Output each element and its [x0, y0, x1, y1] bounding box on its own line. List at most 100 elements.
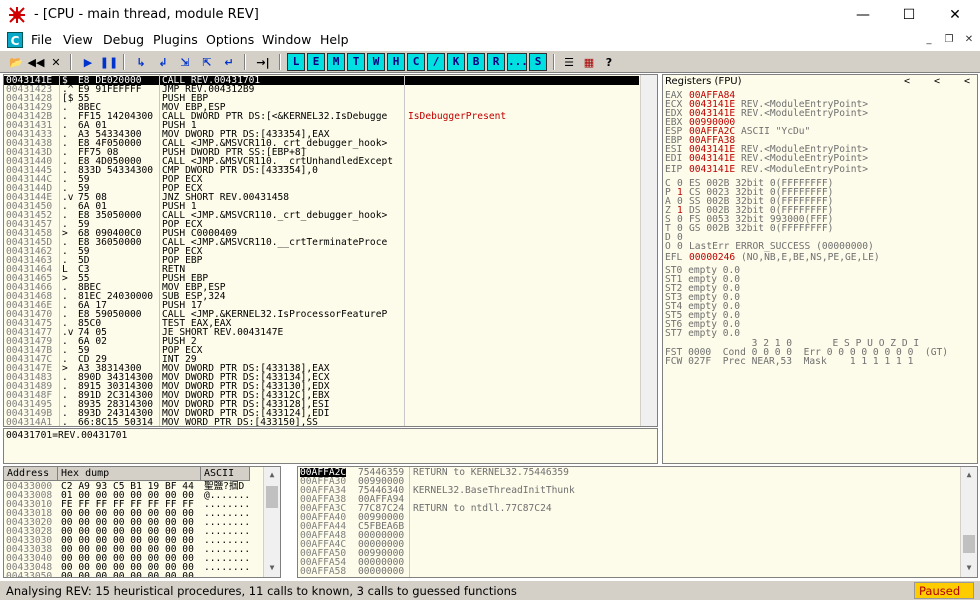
stack-value: 00000000	[358, 566, 405, 577]
register-name: EIP	[665, 164, 683, 175]
appearance-icon[interactable]: ▦	[580, 53, 598, 71]
step-into-icon[interactable]: ↳	[132, 53, 150, 71]
run-icon[interactable]: ▶	[79, 53, 97, 71]
menu-debug[interactable]: Debug	[103, 32, 144, 47]
disassembly-scrollbar[interactable]	[640, 75, 657, 426]
registers-nav-left-icon[interactable]: <	[904, 77, 910, 87]
flag-value: 0	[677, 241, 683, 252]
register-value: 0043141E	[689, 153, 736, 164]
open-file-icon[interactable]: 📂	[7, 53, 25, 71]
toolbar-separator	[70, 54, 72, 70]
segment-register: LastErr ERROR_SUCCESS (00000000)	[689, 241, 874, 252]
hex-dump-pane[interactable]: Address Hex dump ASCII 00433000 C2 A9 93 …	[3, 466, 281, 578]
debugging-options-icon[interactable]: ☰	[560, 53, 578, 71]
disasm-row[interactable]: 00431479. 6A 02 PUSH 2	[4, 337, 639, 347]
step-over-icon[interactable]: ↲	[154, 53, 172, 71]
status-bar: Analysing REV: 15 heuristical procedures…	[0, 580, 980, 600]
disasm-row[interactable]: 00431463. 5D POP EBP	[4, 256, 639, 266]
window-title: - [CPU - main thread, module REV]	[34, 7, 259, 22]
memory-map-button[interactable]: M	[327, 53, 345, 71]
disasm-row[interactable]: 004314A1. 66:8C15 50314 MOV WORD PTR DS:[4…	[4, 417, 639, 427]
patches-button[interactable]: /	[427, 53, 445, 71]
help-icon[interactable]: ?	[600, 53, 618, 71]
minimize-button[interactable]: —	[840, 0, 886, 30]
execute-till-return-icon[interactable]: ↵	[220, 53, 238, 71]
stack-comment: KERNEL32.BaseThreadInitThunk	[413, 485, 575, 496]
disasm-comment: IsDebuggerPresent	[408, 111, 507, 122]
disasm-row[interactable]: 00431462. 59 POP ECX	[4, 247, 639, 257]
column-divider	[159, 75, 160, 426]
stack-pane[interactable]: 00AFFA2C 75446359 RETURN to KERNEL32.75446…	[297, 466, 978, 578]
scroll-up-icon[interactable]: ▲	[961, 467, 977, 483]
register-name: EFL	[665, 252, 683, 263]
mdi-restore-icon[interactable]: ❐	[941, 33, 957, 47]
disassembly-pane[interactable]: 0043141E $ E8 DE020000 CALL REV.00431701 004…	[3, 74, 658, 427]
stack-scrollbar[interactable]: ▲ ▼	[960, 467, 977, 577]
references-button[interactable]: R	[487, 53, 505, 71]
log-window-button[interactable]: L	[287, 53, 305, 71]
toolbar-separator	[123, 54, 125, 70]
mdi-close-icon[interactable]: ✕	[961, 33, 977, 47]
close-button[interactable]: ✕	[932, 0, 978, 30]
run-trace-button[interactable]: ...	[507, 53, 528, 71]
dump-scrollbar[interactable]: ▲ ▼	[263, 467, 280, 577]
menu-options[interactable]: Options	[206, 32, 254, 47]
windows-button[interactable]: W	[367, 53, 385, 71]
source-button[interactable]: S	[529, 53, 547, 71]
ollydbg-bug-icon	[9, 7, 25, 23]
menu-view[interactable]: View	[63, 32, 93, 47]
dump-header-ascii[interactable]: ASCII	[201, 467, 250, 481]
disasm-row[interactable]: 0043145D. E8 36050000 CALL <JMP.&MSVCR110.…	[4, 238, 639, 248]
dump-header-hex[interactable]: Hex dump	[58, 467, 201, 481]
executable-modules-button[interactable]: E	[307, 53, 325, 71]
registers-header[interactable]: Registers (FPU)	[665, 77, 741, 87]
register-comment: REV.<ModuleEntryPoint>	[741, 108, 869, 119]
toolbar: 📂 ◀◀ ✕ ▶ ❚❚ ↳ ↲ ⇲ ⇱ ↵ →| L E M T W H C /…	[0, 50, 980, 73]
scroll-thumb[interactable]	[266, 486, 278, 508]
restart-icon[interactable]: ◀◀	[27, 53, 45, 71]
pause-icon[interactable]: ❚❚	[100, 53, 118, 71]
title-bar: - [CPU - main thread, module REV] — ☐ ✕	[0, 0, 980, 30]
info-pane: 00431701=REV.00431701	[3, 428, 658, 464]
breakpoints-button[interactable]: B	[467, 53, 485, 71]
menu-help[interactable]: Help	[320, 32, 349, 47]
dump-header-address[interactable]: Address	[4, 467, 58, 481]
handles-button[interactable]: H	[387, 53, 405, 71]
registers-nav-center-icon[interactable]: <	[934, 77, 940, 87]
disasm-marker: .	[62, 417, 68, 427]
maximize-button[interactable]: ☐	[886, 0, 932, 30]
stack-comment: RETURN to ntdll.77C87C24	[413, 503, 552, 514]
close-program-icon[interactable]: ✕	[47, 53, 65, 71]
trace-into-icon[interactable]: ⇲	[176, 53, 194, 71]
disasm-row[interactable]: 0043144C. 59 POP ECX	[4, 175, 639, 185]
dump-address: 00433050	[6, 571, 53, 578]
toolbar-separator	[553, 54, 555, 70]
register-value: 00000246	[689, 252, 736, 263]
threads-button[interactable]: T	[347, 53, 365, 71]
register-comment: ASCII "YcDu"	[741, 126, 811, 137]
info-line: 00431701=REV.00431701	[6, 430, 128, 441]
mdi-minimize-icon[interactable]: _	[921, 33, 937, 47]
menu-file[interactable]: File	[31, 32, 52, 47]
registers-nav-right-icon[interactable]: <	[964, 77, 970, 87]
disasm-row[interactable]: 00431452. E8 35050000 CALL <JMP.&MSVCR110.…	[4, 211, 639, 221]
cpu-window-icon[interactable]: C	[7, 32, 23, 48]
flag-name: O	[665, 241, 671, 252]
scroll-down-icon[interactable]: ▼	[961, 560, 977, 576]
disasm-row[interactable]: 00431423 .^ E9 91FEFFFF JMP REV.004312B9	[4, 85, 639, 95]
scroll-down-icon[interactable]: ▼	[264, 560, 280, 576]
disasm-row[interactable]: 00431464 L C3 RETN	[4, 265, 639, 275]
register-value: 0043141E	[689, 164, 736, 175]
cpu-button[interactable]: C	[407, 53, 425, 71]
menu-plugins[interactable]: Plugins	[153, 32, 198, 47]
registers-pane[interactable]: Registers (FPU) < < < EAX 00AFFA84 ECX 0043…	[662, 74, 978, 464]
scroll-thumb[interactable]	[963, 535, 975, 553]
menu-window[interactable]: Window	[262, 32, 311, 47]
goto-icon[interactable]: →|	[254, 53, 272, 71]
scroll-up-icon[interactable]: ▲	[264, 467, 280, 483]
register-name: EDI	[665, 153, 683, 164]
disasm-row[interactable]: 00431445. 833D 54334300 CMP DWORD PTR DS:[…	[4, 166, 639, 176]
register-comment: REV.<ModuleEntryPoint>	[741, 164, 869, 175]
trace-over-icon[interactable]: ⇱	[198, 53, 216, 71]
call-stack-button[interactable]: K	[447, 53, 465, 71]
